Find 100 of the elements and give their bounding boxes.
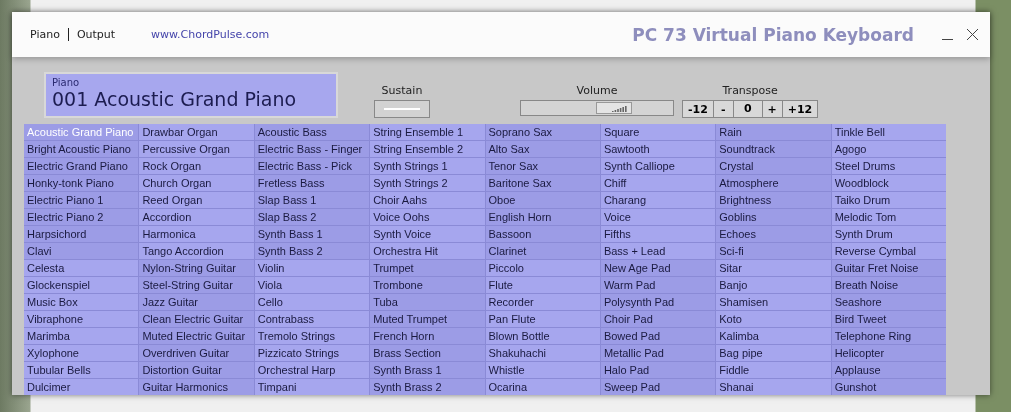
instrument-item[interactable]: Clavi bbox=[24, 243, 139, 259]
instrument-item[interactable]: Bird Tweet bbox=[831, 311, 946, 327]
menu-item[interactable]: Output bbox=[76, 28, 116, 41]
close-button[interactable] bbox=[967, 29, 978, 40]
instrument-item[interactable]: Guitar Fret Noise bbox=[831, 260, 946, 276]
instrument-item[interactable]: Orchestral Harp bbox=[254, 362, 370, 378]
instrument-item[interactable]: Drawbar Organ bbox=[139, 124, 254, 140]
instrument-item[interactable]: English Horn bbox=[485, 209, 600, 225]
instrument-item[interactable]: Chiff bbox=[600, 175, 716, 191]
instrument-item[interactable]: Honky-tonk Piano bbox=[24, 175, 139, 191]
instrument-item[interactable]: Telephone Ring bbox=[831, 328, 946, 344]
instrument-item[interactable]: Whistle bbox=[485, 362, 600, 378]
instrument-item[interactable]: Acoustic Bass bbox=[254, 124, 370, 140]
transpose-button[interactable]: +12 bbox=[782, 101, 818, 117]
instrument-item[interactable]: Bassoon bbox=[485, 226, 600, 242]
instrument-item[interactable]: Tubular Bells bbox=[24, 362, 139, 378]
instrument-item[interactable]: Oboe bbox=[485, 192, 600, 208]
instrument-item[interactable]: Tango Accordion bbox=[139, 243, 254, 259]
instrument-item[interactable]: Nylon-String Guitar bbox=[139, 260, 254, 276]
instrument-item[interactable]: Synth Drum bbox=[831, 226, 946, 242]
instrument-item[interactable]: Ocarina bbox=[485, 379, 600, 395]
instrument-item[interactable]: Alto Sax bbox=[485, 141, 600, 157]
slider-thumb[interactable] bbox=[596, 102, 633, 114]
website-link[interactable]: www.ChordPulse.com bbox=[151, 28, 270, 41]
transpose-button[interactable]: - bbox=[713, 101, 734, 117]
volume-slider[interactable] bbox=[520, 100, 674, 116]
instrument-item[interactable]: Timpani bbox=[254, 379, 370, 395]
instrument-item[interactable]: Jazz Guitar bbox=[139, 294, 254, 310]
instrument-item[interactable]: Tinkle Bell bbox=[831, 124, 946, 140]
instrument-item[interactable]: Reed Organ bbox=[139, 192, 254, 208]
instrument-item[interactable]: Flute bbox=[485, 277, 600, 293]
instrument-item[interactable]: Piccolo bbox=[485, 260, 600, 276]
instrument-item[interactable]: Choir Aahs bbox=[370, 192, 485, 208]
sustain-button[interactable] bbox=[374, 100, 430, 118]
instrument-item[interactable]: String Ensemble 2 bbox=[370, 141, 485, 157]
instrument-item[interactable]: Electric Grand Piano bbox=[24, 158, 139, 174]
instrument-item[interactable]: Goblins bbox=[716, 209, 831, 225]
instrument-item[interactable]: Soundtrack bbox=[716, 141, 831, 157]
instrument-item[interactable]: Seashore bbox=[831, 294, 946, 310]
instrument-item[interactable]: Applause bbox=[831, 362, 946, 378]
instrument-item[interactable]: Halo Pad bbox=[600, 362, 716, 378]
instrument-item[interactable]: Cello bbox=[254, 294, 370, 310]
instrument-item[interactable]: French Horn bbox=[370, 328, 485, 344]
instrument-item[interactable]: Electric Bass - Finger bbox=[254, 141, 370, 157]
instrument-item[interactable]: Muted Electric Guitar bbox=[139, 328, 254, 344]
instrument-item[interactable]: Church Organ bbox=[139, 175, 254, 191]
instrument-item[interactable]: Voice bbox=[600, 209, 716, 225]
instrument-item[interactable]: Contrabass bbox=[254, 311, 370, 327]
instrument-item[interactable]: Warm Pad bbox=[600, 277, 716, 293]
instrument-item[interactable]: Shamisen bbox=[716, 294, 831, 310]
instrument-item[interactable]: Synth Bass 2 bbox=[254, 243, 370, 259]
instrument-item[interactable]: Clarinet bbox=[485, 243, 600, 259]
instrument-item[interactable]: Choir Pad bbox=[600, 311, 716, 327]
instrument-item[interactable]: Crystal bbox=[716, 158, 831, 174]
instrument-item[interactable]: Agogo bbox=[831, 141, 946, 157]
instrument-item[interactable]: Xylophone bbox=[24, 345, 139, 361]
instrument-item[interactable]: Synth Bass 1 bbox=[254, 226, 370, 242]
instrument-item[interactable]: Square bbox=[600, 124, 716, 140]
instrument-item[interactable]: Steel Drums bbox=[831, 158, 946, 174]
instrument-item[interactable]: New Age Pad bbox=[600, 260, 716, 276]
instrument-item[interactable]: Bowed Pad bbox=[600, 328, 716, 344]
instrument-item[interactable]: Banjo bbox=[716, 277, 831, 293]
instrument-item[interactable]: Woodblock bbox=[831, 175, 946, 191]
instrument-item[interactable]: Guitar Harmonics bbox=[139, 379, 254, 395]
instrument-item[interactable]: Shanai bbox=[716, 379, 831, 395]
instrument-item[interactable]: Slap Bass 2 bbox=[254, 209, 370, 225]
instrument-item[interactable]: Voice Oohs bbox=[370, 209, 485, 225]
instrument-item[interactable]: Tuba bbox=[370, 294, 485, 310]
instrument-item[interactable]: Celesta bbox=[24, 260, 139, 276]
instrument-item[interactable]: Accordion bbox=[139, 209, 254, 225]
instrument-item[interactable]: Blown Bottle bbox=[485, 328, 600, 344]
instrument-item[interactable]: Shakuhachi bbox=[485, 345, 600, 361]
instrument-item[interactable]: Overdriven Guitar bbox=[139, 345, 254, 361]
instrument-item[interactable]: Fretless Bass bbox=[254, 175, 370, 191]
instrument-item[interactable]: Pan Flute bbox=[485, 311, 600, 327]
instrument-item[interactable]: Slap Bass 1 bbox=[254, 192, 370, 208]
instrument-item[interactable]: Trombone bbox=[370, 277, 485, 293]
instrument-item[interactable]: Synth Brass 2 bbox=[370, 379, 485, 395]
instrument-item[interactable]: Gunshot bbox=[831, 379, 946, 395]
instrument-item[interactable]: Melodic Tom bbox=[831, 209, 946, 225]
instrument-item[interactable]: Tenor Sax bbox=[485, 158, 600, 174]
instrument-item[interactable]: Rain bbox=[716, 124, 831, 140]
instrument-item[interactable]: Atmosphere bbox=[716, 175, 831, 191]
instrument-item[interactable]: Dulcimer bbox=[24, 379, 139, 395]
instrument-item[interactable]: Synth Brass 1 bbox=[370, 362, 485, 378]
instrument-item[interactable]: Sweep Pad bbox=[600, 379, 716, 395]
instrument-item[interactable]: Music Box bbox=[24, 294, 139, 310]
instrument-item[interactable]: Bright Acoustic Piano bbox=[24, 141, 139, 157]
instrument-item[interactable]: Viola bbox=[254, 277, 370, 293]
instrument-item[interactable]: Baritone Sax bbox=[485, 175, 600, 191]
instrument-item[interactable]: String Ensemble 1 bbox=[370, 124, 485, 140]
instrument-item[interactable]: Glockenspiel bbox=[24, 277, 139, 293]
instrument-item[interactable]: Marimba bbox=[24, 328, 139, 344]
instrument-item[interactable]: Electric Bass - Pick bbox=[254, 158, 370, 174]
instrument-item[interactable]: Harpsichord bbox=[24, 226, 139, 242]
instrument-item[interactable]: Echoes bbox=[716, 226, 831, 242]
instrument-item[interactable]: Steel-String Guitar bbox=[139, 277, 254, 293]
instrument-item[interactable]: Helicopter bbox=[831, 345, 946, 361]
instrument-item[interactable]: Harmonica bbox=[139, 226, 254, 242]
transpose-button[interactable]: + bbox=[762, 101, 783, 117]
